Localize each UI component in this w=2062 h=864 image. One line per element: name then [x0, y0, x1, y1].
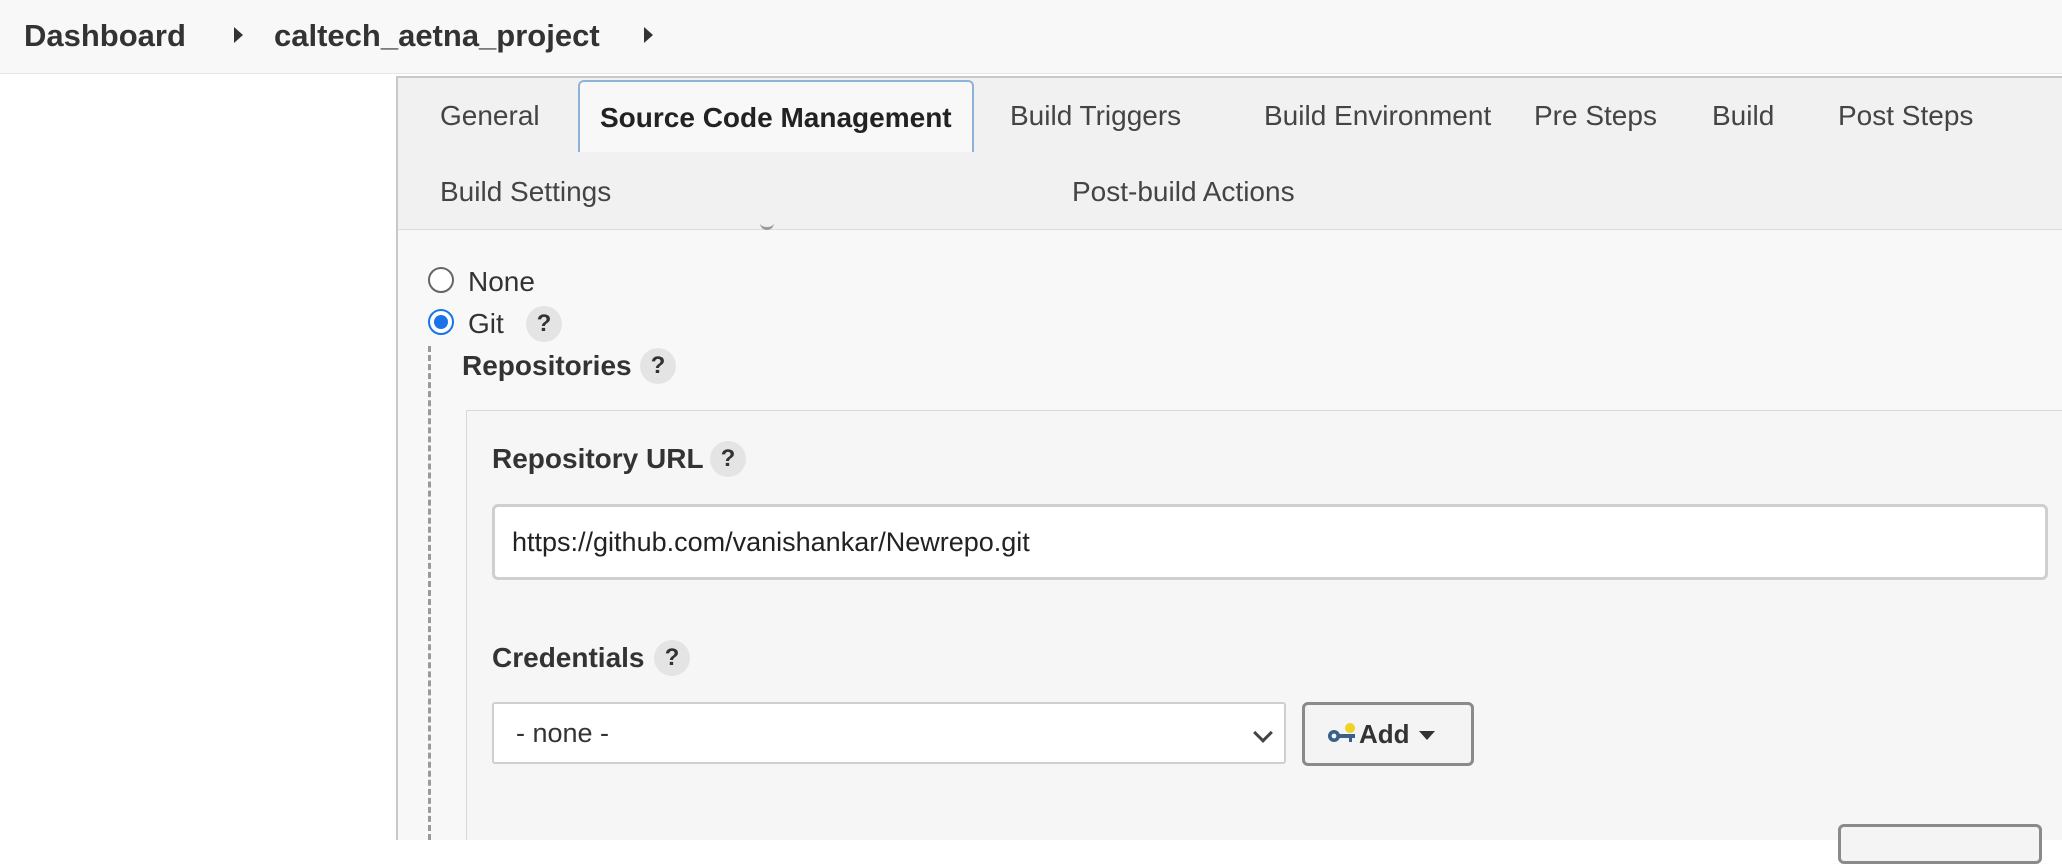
- tab-post-build-actions[interactable]: Post-build Actions: [1052, 156, 1315, 228]
- repository-url-input[interactable]: https://github.com/vanishankar/Newrepo.g…: [492, 504, 2048, 580]
- add-button-label: Add: [1359, 719, 1410, 749]
- tab-pre-steps[interactable]: Pre Steps: [1514, 80, 1677, 152]
- tab-general[interactable]: General: [420, 80, 560, 152]
- tab-build-triggers[interactable]: Build Triggers: [990, 80, 1201, 152]
- tab-source-code-management[interactable]: Source Code Management: [578, 80, 974, 152]
- credentials-select[interactable]: - none -: [492, 702, 1286, 764]
- partial-button[interactable]: [1838, 824, 2042, 864]
- caret-right-icon[interactable]: [644, 27, 653, 43]
- scm-none-label[interactable]: None: [468, 266, 535, 298]
- side-panel: [0, 74, 396, 840]
- tab-build[interactable]: Build: [1692, 80, 1794, 152]
- credentials-label: Credentials: [492, 642, 645, 673]
- help-icon[interactable]: ?: [640, 348, 676, 384]
- scm-git-label[interactable]: Git: [468, 308, 504, 340]
- breadcrumb-project[interactable]: caltech_aetna_project: [268, 14, 606, 58]
- scm-none-radio[interactable]: [428, 267, 454, 293]
- tab-bar: General Source Code Management Build Tri…: [398, 78, 2062, 230]
- credentials-selected-value: - none -: [516, 718, 610, 748]
- add-credentials-button[interactable]: Add: [1302, 702, 1474, 766]
- repository-entry: [466, 410, 2062, 840]
- key-icon: [1328, 723, 1355, 742]
- help-icon[interactable]: ?: [654, 640, 690, 676]
- breadcrumb: Dashboard caltech_aetna_project: [0, 0, 2062, 74]
- help-icon[interactable]: ?: [710, 441, 746, 477]
- help-icon[interactable]: ?: [526, 306, 562, 342]
- caret-right-icon[interactable]: [234, 27, 243, 43]
- repositories-heading: Repositories: [462, 350, 632, 381]
- repository-url-label: Repository URL: [492, 443, 704, 474]
- tab-build-settings[interactable]: Build Settings: [420, 156, 631, 228]
- chevron-down-icon: [1253, 723, 1273, 743]
- tab-build-environment[interactable]: Build Environment: [1244, 80, 1511, 152]
- scm-git-radio[interactable]: [428, 309, 454, 335]
- breadcrumb-dashboard[interactable]: Dashboard: [18, 14, 192, 58]
- tab-post-steps[interactable]: Post Steps: [1818, 80, 1993, 152]
- git-section-indent: [428, 346, 431, 840]
- caret-down-icon: [1419, 731, 1435, 740]
